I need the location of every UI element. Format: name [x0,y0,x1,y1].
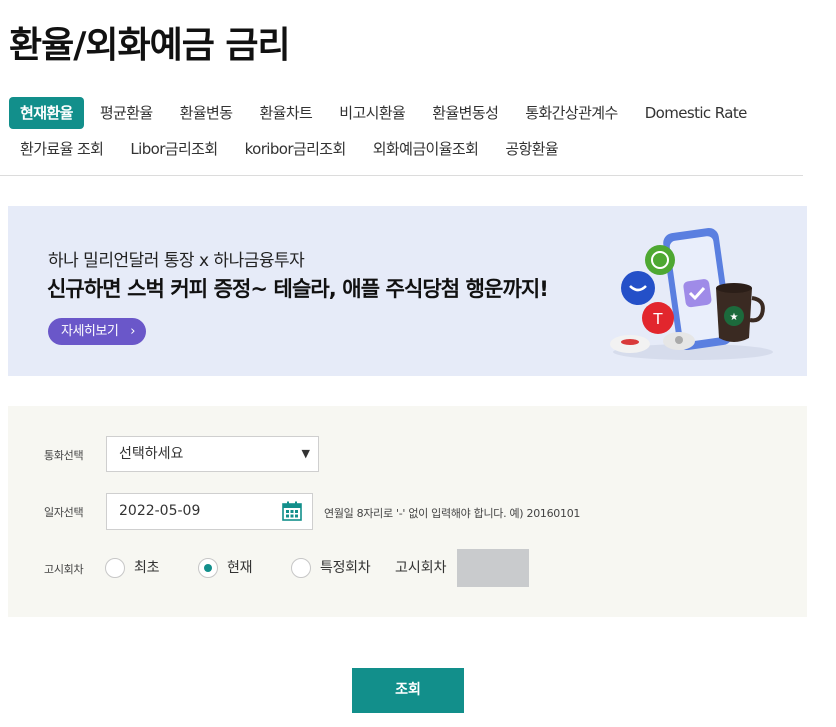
round-label: 고시회차 [44,563,84,576]
currency-label: 통화선택 [44,449,84,462]
banner-subtitle: 하나 밀리언달러 통장 x 하나금융투자 [48,251,305,271]
radio-specific[interactable] [291,558,311,578]
date-label: 일자선택 [44,506,84,519]
search-button[interactable]: 조회 [352,668,464,713]
round-input-label: 고시회차 [395,560,447,576]
tab-volatility[interactable]: 환율변동성 [421,97,509,129]
tab-rate-chart[interactable]: 환율차트 [248,97,323,129]
banner-headline: 신규하면 스벅 커피 증정~ 테슬라, 애플 주식당첨 행운까지! [47,277,549,301]
tab-libor[interactable]: Libor금리조회 [119,133,228,165]
tab-row-2: 환가료율 조회 Libor금리조회 koribor금리조회 외화예금이율조회 공… [9,133,809,165]
tab-non-notice-rate[interactable]: 비고시환율 [328,97,416,129]
date-hint: 연월일 8자리로 '-' 없이 입력해야 합니다. 예) 20160101 [324,507,581,520]
tab-deposit-rate[interactable]: 외화예금이율조회 [362,133,490,165]
tab-nav: 현재환율 평균환율 환율변동 환율차트 비고시환율 환율변동성 통화간상관계수 … [9,97,809,169]
chevron-right-icon: › [130,324,135,339]
currency-select-value: 선택하세요 [119,446,184,462]
currency-select[interactable]: 선택하세요 ▼ [106,436,319,472]
red-coin-icon [610,335,650,353]
apple-coin-icon [663,332,695,350]
nvidia-coin-icon [645,245,675,275]
round-input[interactable] [457,549,529,587]
promo-banner[interactable]: 하나 밀리언달러 통장 x 하나금융투자 신규하면 스벅 커피 증정~ 테슬라,… [8,206,807,376]
tab-domestic-rate[interactable]: Domestic Rate [634,97,758,129]
tab-airport-rate[interactable]: 공항환율 [494,133,569,165]
search-form: 통화선택 선택하세요 ▼ 일자선택 2022-05-09 연월일 8자리로 '-… [8,406,807,617]
tab-average-rate[interactable]: 평균환율 [89,97,164,129]
svg-text:★: ★ [730,312,739,323]
radio-first[interactable] [105,558,125,578]
tab-rate-change[interactable]: 환율변동 [169,97,244,129]
coffee-cup-icon: ★ [716,283,765,342]
tesla-coin-icon: T [642,302,674,334]
tab-divider [0,175,803,176]
tab-current-rate[interactable]: 현재환율 [9,97,84,129]
banner-detail-label: 자세히보기 [61,324,119,339]
calendar-icon[interactable] [282,501,302,521]
tab-exchange-commission[interactable]: 환가료율 조회 [9,133,114,165]
svg-text:T: T [652,310,663,328]
chevron-down-icon: ▼ [301,447,310,460]
blue-coin-icon [621,271,655,305]
tab-koribor[interactable]: koribor금리조회 [234,133,357,165]
radio-first-label: 최초 [134,560,160,576]
radio-specific-label: 특정회차 [320,560,371,576]
page-title: 환율/외화예금 금리 [9,25,291,66]
banner-detail-button[interactable]: 자세히보기 › [48,318,146,345]
tab-row-1: 현재환율 평균환율 환율변동 환율차트 비고시환율 환율변동성 통화간상관계수 … [9,97,809,129]
banner-illustration: ★ T [610,227,773,360]
radio-current-label: 현재 [227,560,253,576]
tab-correlation[interactable]: 통화간상관계수 [514,97,628,129]
radio-current[interactable] [198,558,218,578]
